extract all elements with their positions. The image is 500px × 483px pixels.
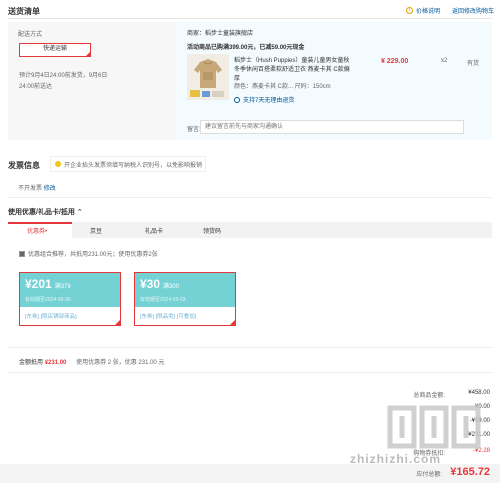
total-row-value: ¥458.00	[468, 390, 490, 396]
divider	[8, 197, 492, 198]
coupon-date: 有效期至2024-09-03	[140, 297, 186, 303]
product-name[interactable]: 稻步士（Hush Puppies）童装儿童男女童秋冬季休闲百搭柔软舒适卫衣 燕麦…	[234, 57, 354, 84]
remark-input[interactable]	[200, 120, 464, 134]
shipping-method-button[interactable]: 快递运输	[19, 43, 91, 57]
discount-note: 使用优惠券 2 张，优惠 231.00 元	[76, 360, 165, 366]
shipping-schedule: 预计9月4日24:00前发货，9月6日24:00前送达	[19, 73, 108, 90]
invoice-edit-link[interactable]: 修改	[44, 186, 56, 192]
coupon-card[interactable]: ¥201 满379 有效期至2024-09-30 [东券] [限店铺部商品]	[19, 272, 121, 326]
coupons-title-label: 使用优惠/礼品卡/抵用	[8, 209, 75, 216]
product-stock: 有货	[467, 61, 480, 67]
product-price: ¥ 229.00	[381, 58, 409, 65]
invoice-type: 不开发票 修改	[18, 183, 56, 192]
coupon-tabbar	[8, 222, 492, 238]
coupon-combo-text: 优惠组合推荐，共抵用231.00元；使用优惠券2张	[28, 252, 158, 258]
coupon-card[interactable]: ¥30 满300 有效期至2024-09-03 [东券] [限品类] [可叠加]	[134, 272, 236, 326]
header-links: ! 价格说明 返回修改购物车	[405, 6, 494, 15]
coupon-condition: 满300	[163, 284, 180, 290]
coupon-amount: ¥30 满300	[140, 277, 179, 291]
coupon-tags: [东券] [限品类] [可叠加]	[140, 314, 197, 320]
section-title-delivery: 送货清单	[8, 7, 40, 16]
coupon-amount: ¥201 满379	[25, 277, 71, 291]
selected-check-icon	[229, 319, 236, 326]
discount-label: 金额抵用	[19, 360, 44, 366]
divider	[8, 372, 492, 373]
coupon-amount-value: ¥201	[25, 277, 52, 291]
remark-label: 留言:	[187, 127, 201, 133]
chevron-up-icon: ⌃	[76, 209, 83, 216]
return-support: 支持7天无理由退货	[234, 95, 294, 104]
tab-coupons-label: 优惠券	[27, 229, 46, 235]
promo-text: 活动商品已购满399.00元，已减59.00元现金	[187, 45, 305, 51]
price-note-label: 价格说明	[415, 9, 440, 15]
return-cart-link[interactable]: 返回修改购物车	[452, 6, 494, 15]
pay-label: 应付总额:	[416, 472, 442, 478]
return-support-label: 支持7天无理由退货	[243, 98, 295, 104]
invoice-notice: 开企业抬头发票须填写纳税人识别号，以免影响报销	[50, 156, 206, 172]
selected-check-icon	[114, 319, 121, 326]
tab-jingdou[interactable]: 京豆	[90, 226, 102, 235]
price-note-link[interactable]: ! 价格说明	[405, 6, 440, 15]
bulb-icon	[55, 161, 61, 167]
coupon-tags: [东券] [限店铺部商品]	[25, 314, 77, 320]
divider	[8, 18, 492, 19]
total-row-label: 总商品金额:	[413, 393, 445, 399]
product-quantity: x2	[441, 58, 448, 64]
info-icon: !	[405, 7, 413, 14]
tab-coupons[interactable]: 优惠券•	[27, 226, 47, 235]
product-image[interactable]	[187, 54, 229, 100]
section-title-coupons[interactable]: 使用优惠/礼品卡/抵用 ⌃	[8, 207, 83, 217]
shipping-label: 配送方式	[18, 32, 43, 38]
coupon-condition: 满379	[54, 284, 71, 290]
discount-amount: ¥231.00	[44, 360, 67, 366]
tab-gift-card[interactable]: 礼品卡	[145, 226, 163, 235]
tab-pickup-code[interactable]: 领货码	[203, 226, 221, 235]
coupon-date: 有效期至2024-09-30	[25, 297, 71, 303]
new-dot-icon: •	[45, 229, 48, 235]
invoice-notice-text: 开企业抬头发票须填写纳税人识别号，以免影响报销	[64, 162, 203, 169]
coupon-amount-value: ¥30	[140, 277, 161, 291]
discount-summary: 金额抵用 ¥231.00 使用优惠券 2 张，优惠 231.00 元	[19, 357, 164, 366]
checkbox[interactable]	[19, 250, 25, 257]
pay-amount: ¥165.72	[450, 466, 490, 478]
shop-name[interactable]: 商家：稻步士童装旗舰店	[187, 28, 253, 37]
product-attributes: 颜色：燕麦卡其 C款... 尺码：150cm	[234, 84, 331, 90]
divider	[8, 347, 492, 348]
invoice-type-label: 不开发票	[18, 186, 43, 192]
support-icon	[234, 96, 240, 103]
section-title-invoice: 发票信息	[8, 161, 40, 170]
coupon-combo[interactable]: 优惠组合推荐，共抵用231.00元；使用优惠券2张	[19, 249, 158, 258]
